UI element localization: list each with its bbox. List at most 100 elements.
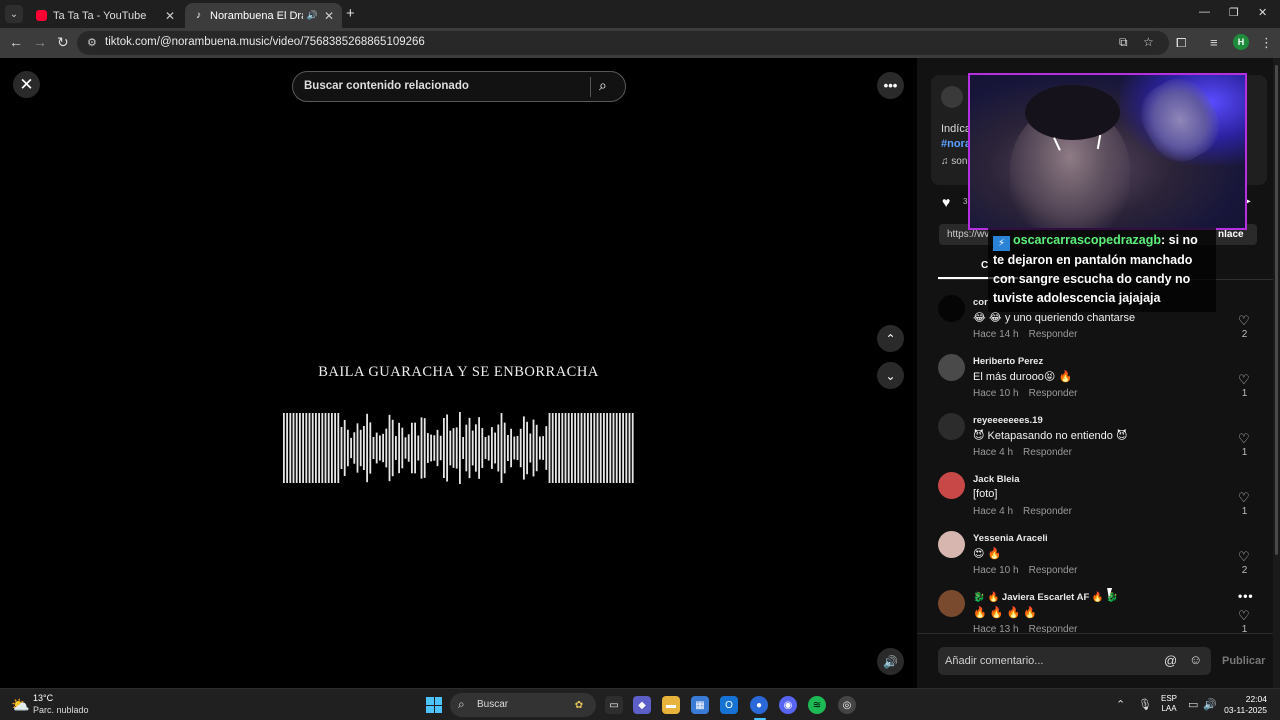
task-view-icon[interactable]: ▭ bbox=[605, 696, 623, 714]
forward-icon[interactable]: → bbox=[33, 34, 47, 50]
profile-avatar[interactable]: H bbox=[1233, 34, 1249, 50]
bookmark-star-icon[interactable]: ☆ bbox=[1143, 35, 1154, 49]
tab-youtube[interactable]: Ta Ta Ta - YouTube ✕ bbox=[28, 3, 183, 28]
hashtag-link[interactable]: #nora bbox=[941, 138, 971, 150]
waveform-bar bbox=[545, 426, 548, 470]
related-search-input[interactable]: Buscar contenido relacionado ⌕ bbox=[292, 71, 626, 102]
microphone-icon[interactable]: 🎙 bbox=[1138, 698, 1152, 711]
reply-button[interactable]: Responder bbox=[1023, 447, 1072, 458]
author-avatar[interactable] bbox=[941, 86, 963, 108]
avatar[interactable] bbox=[938, 295, 965, 322]
discord-icon[interactable]: ◉ bbox=[779, 696, 797, 714]
waveform-bar bbox=[599, 413, 602, 483]
spotify-icon[interactable]: ≋ bbox=[808, 696, 826, 714]
sound-link[interactable]: ♫ son bbox=[941, 156, 967, 167]
site-info-icon[interactable]: ⚙ bbox=[87, 36, 97, 49]
weather-temp[interactable]: 13°C bbox=[33, 693, 53, 703]
volume-button[interactable]: 🔊 bbox=[877, 648, 904, 675]
speaker-icon[interactable]: 🔊 bbox=[307, 10, 318, 21]
heart-icon[interactable]: ♥ bbox=[942, 194, 950, 210]
comment-username[interactable]: 🐉 🔥 Javiera Escarlet AF 🔥 🐉 bbox=[973, 592, 1118, 603]
network-icon[interactable]: ▭ bbox=[1188, 698, 1198, 711]
waveform-bar bbox=[315, 413, 317, 483]
install-app-icon[interactable]: ⧉ bbox=[1119, 35, 1128, 50]
comment-username[interactable]: cor bbox=[973, 297, 988, 308]
avatar[interactable] bbox=[938, 590, 965, 617]
waveform-bar bbox=[334, 413, 336, 483]
heart-icon[interactable]: ♡ bbox=[1238, 490, 1250, 506]
waveform-bar bbox=[628, 413, 631, 483]
previous-video-button[interactable]: ⌃ bbox=[877, 325, 904, 352]
comment-username[interactable]: reyeeeeeees.19 bbox=[973, 415, 1043, 426]
copilot-icon[interactable]: ◆ bbox=[633, 696, 651, 714]
store-icon[interactable]: ▦ bbox=[691, 696, 709, 714]
heart-icon[interactable]: ♡ bbox=[1238, 372, 1250, 388]
extensions-icon[interactable]: ⧠ bbox=[1176, 35, 1186, 51]
copy-link-button[interactable]: nlace bbox=[1218, 229, 1244, 240]
reply-button[interactable]: Responder bbox=[1029, 565, 1078, 576]
heart-icon[interactable]: ♡ bbox=[1238, 313, 1250, 329]
windows-start-icon[interactable] bbox=[426, 697, 442, 713]
comment-username[interactable]: Jack Bleia bbox=[973, 474, 1019, 485]
avatar[interactable] bbox=[938, 413, 965, 440]
avatar[interactable] bbox=[938, 354, 965, 381]
waveform-bar bbox=[331, 413, 333, 483]
waveform-bar bbox=[308, 413, 311, 483]
file-explorer-icon[interactable]: ▬ bbox=[662, 696, 680, 714]
volume-icon[interactable]: 🔊 bbox=[1203, 698, 1217, 711]
weather-desc[interactable]: Parc. nublado bbox=[33, 705, 89, 715]
close-window-icon[interactable]: ✕ bbox=[1258, 6, 1267, 19]
heart-icon[interactable]: ♡ bbox=[1238, 608, 1250, 624]
mention-icon[interactable]: @ bbox=[1164, 653, 1177, 668]
back-icon[interactable]: ← bbox=[9, 34, 23, 50]
search-highlight-icon[interactable]: ✿ bbox=[570, 696, 588, 714]
tray-chevron-icon[interactable]: ⌃ bbox=[1116, 698, 1125, 711]
avatar[interactable] bbox=[938, 472, 965, 499]
search-icon[interactable]: ⌕ bbox=[599, 77, 607, 94]
tab-search-icon[interactable]: ⌄ bbox=[5, 5, 23, 23]
close-tab-icon[interactable]: ✕ bbox=[165, 9, 175, 23]
waveform-bar bbox=[302, 413, 304, 483]
system-clock[interactable]: 22:04 03-11-2025 bbox=[1222, 694, 1267, 716]
heart-icon[interactable]: ♡ bbox=[1238, 431, 1250, 447]
menu-icon[interactable]: ⋮ bbox=[1260, 35, 1273, 51]
waveform-bar bbox=[414, 422, 416, 474]
reply-button[interactable]: Responder bbox=[1029, 388, 1078, 399]
avatar[interactable] bbox=[938, 531, 965, 558]
waveform-bar bbox=[283, 413, 285, 483]
comment-username[interactable]: Yessenia Araceli bbox=[973, 533, 1048, 544]
weather-icon[interactable]: ⛅ bbox=[11, 696, 30, 714]
scrollbar-thumb[interactable] bbox=[1275, 65, 1278, 555]
waveform-bar bbox=[526, 421, 528, 475]
next-video-button[interactable]: ⌄ bbox=[877, 362, 904, 389]
more-options-button[interactable]: ••• bbox=[877, 72, 904, 99]
close-tab-icon[interactable]: ✕ bbox=[324, 9, 334, 23]
waveform-bar bbox=[532, 419, 535, 477]
reload-icon[interactable]: ↻ bbox=[57, 34, 69, 51]
heart-icon[interactable]: ♡ bbox=[1238, 549, 1250, 565]
comment-username[interactable]: Heriberto Perez bbox=[973, 356, 1043, 367]
new-tab-icon[interactable]: + bbox=[346, 5, 355, 22]
waveform-bar bbox=[622, 413, 624, 483]
url-text[interactable]: tiktok.com/@norambuena.music/video/75683… bbox=[105, 36, 425, 48]
emoji-icon[interactable]: ☺ bbox=[1189, 652, 1202, 667]
post-button[interactable]: Publicar bbox=[1222, 655, 1265, 667]
waveform-bar bbox=[286, 413, 288, 483]
reply-button[interactable]: Responder bbox=[1029, 329, 1078, 340]
minimize-icon[interactable]: — bbox=[1199, 6, 1210, 18]
tiktok-icon: ♪ bbox=[196, 10, 201, 21]
outlook-icon[interactable]: O bbox=[720, 696, 738, 714]
media-controls-icon[interactable]: ≡ bbox=[1210, 35, 1218, 50]
chrome-icon[interactable]: ● bbox=[750, 696, 768, 714]
more-options-icon[interactable]: ••• bbox=[1238, 589, 1254, 603]
app-icon[interactable]: ◎ bbox=[838, 696, 856, 714]
waveform-bar bbox=[497, 424, 500, 472]
comment-meta: Hace 10 h Responder bbox=[973, 565, 1078, 576]
tab-tiktok[interactable]: ♪ Norambuena El Dragón I (@ 🔊 ✕ bbox=[185, 3, 342, 28]
restore-icon[interactable]: ❐ bbox=[1229, 6, 1239, 19]
url-bar[interactable]: ⚙ tiktok.com/@norambuena.music/video/756… bbox=[77, 31, 1169, 55]
close-video-button[interactable]: ✕ bbox=[13, 71, 40, 98]
waveform-bar bbox=[407, 434, 410, 462]
reply-button[interactable]: Responder bbox=[1023, 506, 1072, 517]
language-indicator[interactable]: ESP LAA bbox=[1161, 694, 1177, 714]
